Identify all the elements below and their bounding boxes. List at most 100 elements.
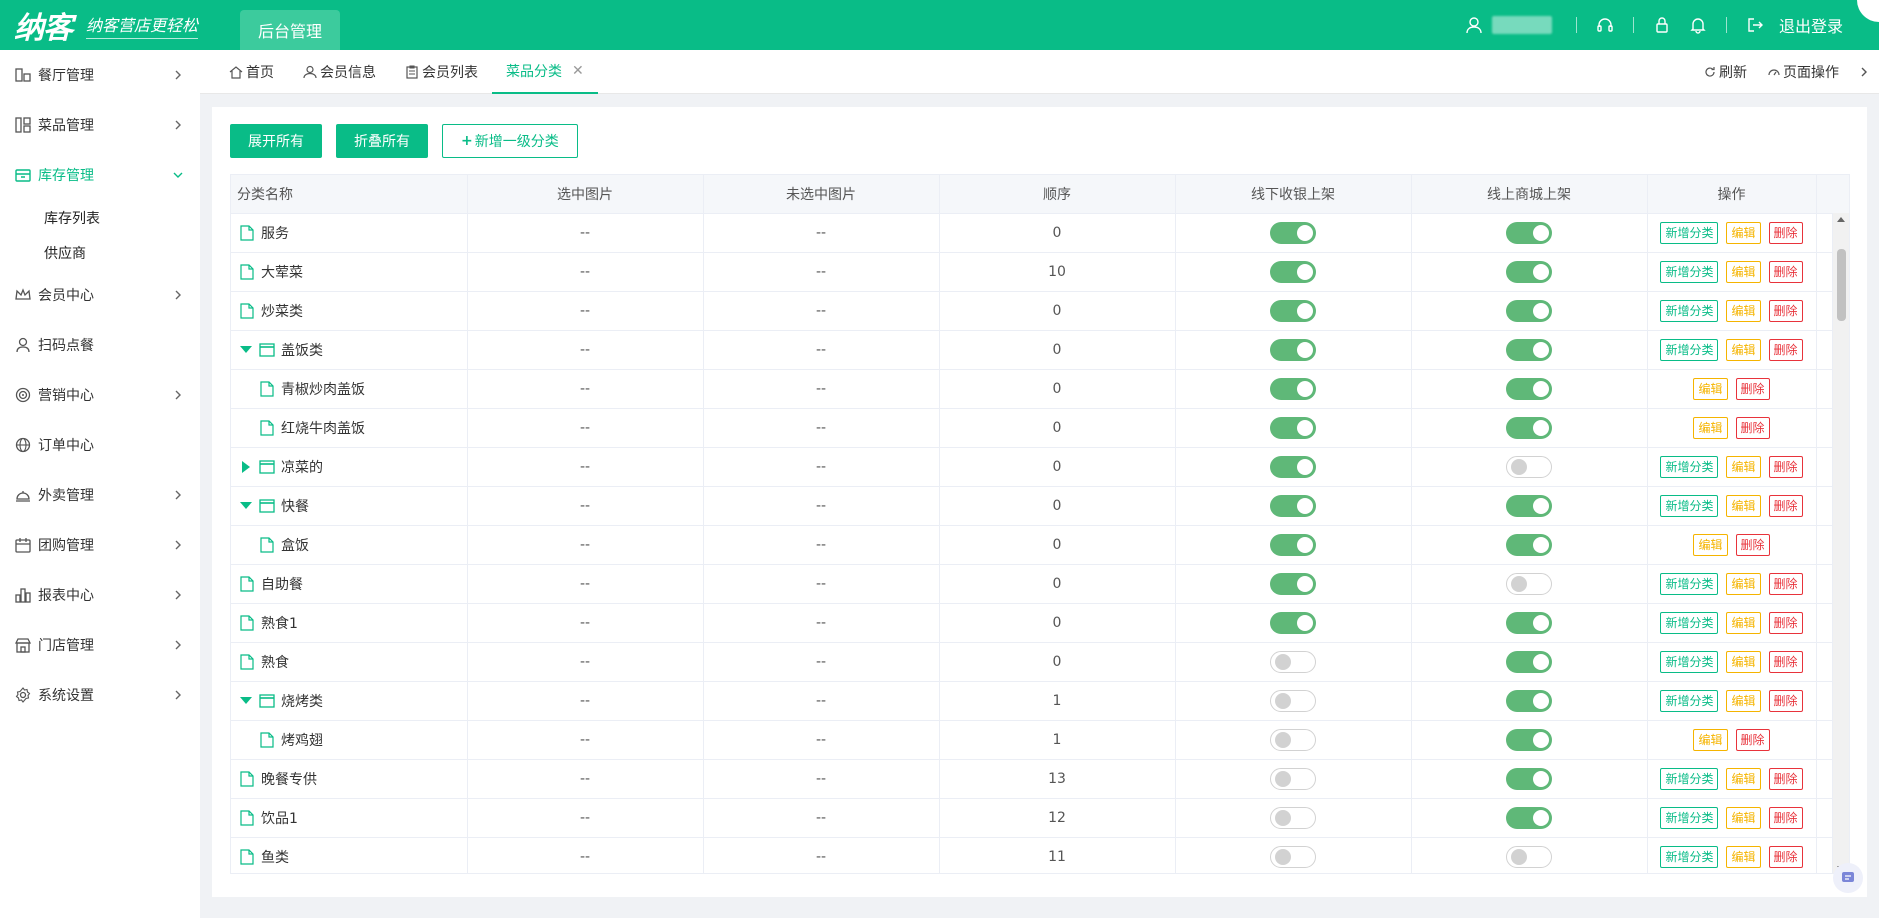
offline-shelf-toggle[interactable] bbox=[1270, 767, 1316, 790]
sidebar-item-settings[interactable]: 系统设置 bbox=[0, 670, 200, 720]
add-subcategory-button[interactable]: 新增分类 bbox=[1660, 455, 1719, 478]
edit-button[interactable]: 编辑 bbox=[1726, 455, 1761, 478]
delete-button[interactable]: 删除 bbox=[1735, 728, 1770, 751]
sidebar-subitem-inventory-list[interactable]: 库存列表 bbox=[0, 200, 200, 235]
caret-down-icon[interactable] bbox=[239, 499, 253, 513]
offline-shelf-toggle[interactable] bbox=[1270, 377, 1316, 400]
chevron-right-icon[interactable] bbox=[1859, 66, 1869, 78]
sidebar-item-group-buy[interactable]: 团购管理 bbox=[0, 520, 200, 570]
online-shelf-toggle[interactable] bbox=[1506, 767, 1552, 790]
vertical-scrollbar[interactable] bbox=[1832, 213, 1849, 873]
page-ops-button[interactable]: 页面操作 bbox=[1767, 62, 1839, 82]
top-tab-admin[interactable]: 后台管理 bbox=[240, 10, 340, 50]
offline-shelf-toggle[interactable] bbox=[1270, 494, 1316, 517]
offline-shelf-toggle[interactable] bbox=[1270, 299, 1316, 322]
tab-home[interactable]: 首页 bbox=[214, 50, 288, 94]
online-shelf-toggle[interactable] bbox=[1506, 338, 1552, 361]
edit-button[interactable]: 编辑 bbox=[1726, 338, 1761, 361]
refresh-button[interactable]: 刷新 bbox=[1703, 62, 1747, 82]
delete-button[interactable]: 删除 bbox=[1768, 611, 1803, 634]
edit-button[interactable]: 编辑 bbox=[1726, 611, 1761, 634]
add-subcategory-button[interactable]: 新增分类 bbox=[1660, 689, 1719, 712]
edit-button[interactable]: 编辑 bbox=[1726, 572, 1761, 595]
bell-icon[interactable] bbox=[1688, 15, 1708, 35]
logout-link[interactable]: 退出登录 bbox=[1779, 13, 1843, 37]
offline-shelf-toggle[interactable] bbox=[1270, 572, 1316, 595]
lock-icon[interactable] bbox=[1652, 15, 1672, 35]
add-subcategory-button[interactable]: 新增分类 bbox=[1660, 494, 1719, 517]
edit-button[interactable]: 编辑 bbox=[1726, 689, 1761, 712]
sidebar-item-scan-order[interactable]: 扫码点餐 bbox=[0, 320, 200, 370]
add-subcategory-button[interactable]: 新增分类 bbox=[1660, 845, 1719, 868]
edit-button[interactable]: 编辑 bbox=[1693, 533, 1728, 556]
collapse-all-button[interactable]: 折叠所有 bbox=[336, 124, 428, 158]
edit-button[interactable]: 编辑 bbox=[1726, 806, 1761, 829]
edit-button[interactable]: 编辑 bbox=[1726, 767, 1761, 790]
offline-shelf-toggle[interactable] bbox=[1270, 338, 1316, 361]
offline-shelf-toggle[interactable] bbox=[1270, 689, 1316, 712]
delete-button[interactable]: 删除 bbox=[1768, 767, 1803, 790]
delete-button[interactable]: 删除 bbox=[1768, 338, 1803, 361]
online-shelf-toggle[interactable] bbox=[1506, 221, 1552, 244]
add-subcategory-button[interactable]: 新增分类 bbox=[1660, 806, 1719, 829]
delete-button[interactable]: 删除 bbox=[1768, 455, 1803, 478]
online-shelf-toggle[interactable] bbox=[1506, 650, 1552, 673]
tab-member-info[interactable]: 会员信息 bbox=[288, 50, 390, 94]
scroll-thumb[interactable] bbox=[1837, 249, 1846, 321]
online-shelf-toggle[interactable] bbox=[1506, 572, 1552, 595]
user-icon[interactable] bbox=[1464, 15, 1484, 35]
offline-shelf-toggle[interactable] bbox=[1270, 260, 1316, 283]
online-shelf-toggle[interactable] bbox=[1506, 611, 1552, 634]
delete-button[interactable]: 删除 bbox=[1768, 221, 1803, 244]
edit-button[interactable]: 编辑 bbox=[1726, 260, 1761, 283]
delete-button[interactable]: 删除 bbox=[1735, 533, 1770, 556]
offline-shelf-toggle[interactable] bbox=[1270, 611, 1316, 634]
add-subcategory-button[interactable]: 新增分类 bbox=[1660, 650, 1719, 673]
offline-shelf-toggle[interactable] bbox=[1270, 650, 1316, 673]
headset-icon[interactable] bbox=[1595, 15, 1615, 35]
online-shelf-toggle[interactable] bbox=[1506, 845, 1552, 868]
add-subcategory-button[interactable]: 新增分类 bbox=[1660, 338, 1719, 361]
online-shelf-toggle[interactable] bbox=[1506, 416, 1552, 439]
edit-button[interactable]: 编辑 bbox=[1693, 377, 1728, 400]
add-top-category-button[interactable]: + 新增一级分类 bbox=[442, 124, 578, 158]
caret-right-icon[interactable] bbox=[239, 460, 253, 474]
sidebar-item-restaurant[interactable]: 餐厅管理 bbox=[0, 50, 200, 100]
edit-button[interactable]: 编辑 bbox=[1693, 416, 1728, 439]
delete-button[interactable]: 删除 bbox=[1768, 260, 1803, 283]
delete-button[interactable]: 删除 bbox=[1768, 845, 1803, 868]
edit-button[interactable]: 编辑 bbox=[1726, 221, 1761, 244]
caret-down-icon[interactable] bbox=[239, 343, 253, 357]
add-subcategory-button[interactable]: 新增分类 bbox=[1660, 260, 1719, 283]
edit-button[interactable]: 编辑 bbox=[1726, 650, 1761, 673]
add-subcategory-button[interactable]: 新增分类 bbox=[1660, 767, 1719, 790]
add-subcategory-button[interactable]: 新增分类 bbox=[1660, 299, 1719, 322]
add-subcategory-button[interactable]: 新增分类 bbox=[1660, 221, 1719, 244]
online-shelf-toggle[interactable] bbox=[1506, 689, 1552, 712]
online-shelf-toggle[interactable] bbox=[1506, 377, 1552, 400]
edit-button[interactable]: 编辑 bbox=[1726, 299, 1761, 322]
offline-shelf-toggle[interactable] bbox=[1270, 416, 1316, 439]
delete-button[interactable]: 删除 bbox=[1735, 416, 1770, 439]
help-chat-icon[interactable] bbox=[1833, 863, 1863, 893]
add-subcategory-button[interactable]: 新增分类 bbox=[1660, 611, 1719, 634]
caret-down-icon[interactable] bbox=[239, 694, 253, 708]
edit-button[interactable]: 编辑 bbox=[1726, 845, 1761, 868]
delete-button[interactable]: 删除 bbox=[1768, 299, 1803, 322]
sidebar-item-stores[interactable]: 门店管理 bbox=[0, 620, 200, 670]
sidebar-item-dishes[interactable]: 菜品管理 bbox=[0, 100, 200, 150]
offline-shelf-toggle[interactable] bbox=[1270, 455, 1316, 478]
scroll-up-arrow-icon[interactable] bbox=[1837, 217, 1845, 222]
offline-shelf-toggle[interactable] bbox=[1270, 845, 1316, 868]
online-shelf-toggle[interactable] bbox=[1506, 494, 1552, 517]
logout-icon[interactable] bbox=[1745, 15, 1765, 35]
sidebar-item-member-center[interactable]: 会员中心 bbox=[0, 270, 200, 320]
delete-button[interactable]: 删除 bbox=[1768, 494, 1803, 517]
online-shelf-toggle[interactable] bbox=[1506, 728, 1552, 751]
sidebar-item-marketing[interactable]: 营销中心 bbox=[0, 370, 200, 420]
online-shelf-toggle[interactable] bbox=[1506, 533, 1552, 556]
delete-button[interactable]: 删除 bbox=[1768, 572, 1803, 595]
add-subcategory-button[interactable]: 新增分类 bbox=[1660, 572, 1719, 595]
sidebar-item-takeout[interactable]: 外卖管理 bbox=[0, 470, 200, 520]
delete-button[interactable]: 删除 bbox=[1735, 377, 1770, 400]
